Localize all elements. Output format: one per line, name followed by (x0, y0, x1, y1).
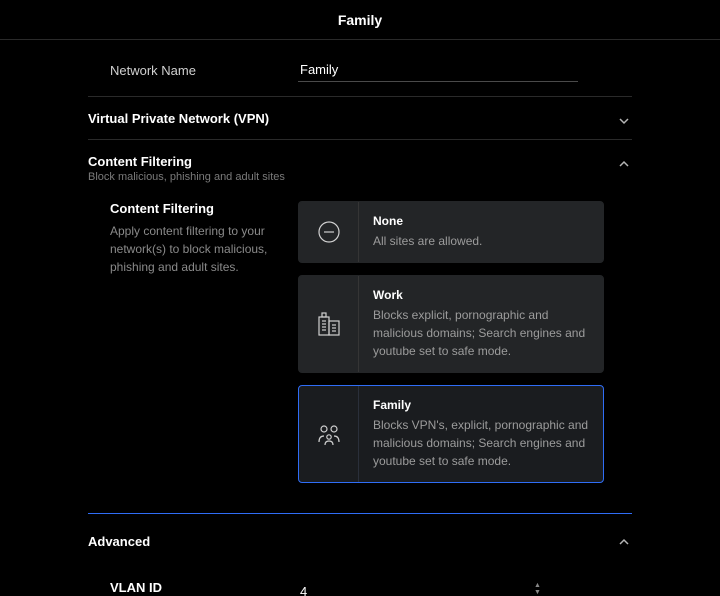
content-filtering-left-desc: Apply content filtering to your network(… (110, 222, 278, 276)
content-filtering-toggle[interactable]: Content Filtering Block malicious, phish… (88, 140, 632, 193)
vpn-section-toggle[interactable]: Virtual Private Network (VPN) (88, 97, 632, 139)
advanced-title: Advanced (88, 534, 150, 549)
content-filtering-title: Content Filtering (88, 154, 285, 169)
page-header: Family (0, 0, 720, 40)
chevron-up-icon (616, 156, 632, 172)
filter-option-family[interactable]: Family Blocks VPN's, explicit, pornograp… (298, 385, 604, 483)
vpn-section: Virtual Private Network (VPN) (88, 96, 632, 139)
advanced-toggle[interactable]: Advanced (88, 514, 632, 564)
content-filtering-body: Content Filtering Apply content filterin… (88, 193, 632, 513)
filter-option-none[interactable]: None All sites are allowed. (298, 201, 604, 263)
filter-option-desc: Blocks explicit, pornographic and malici… (373, 306, 589, 360)
network-name-label: Network Name (88, 63, 298, 78)
vlan-left: VLAN ID Enter the vlan for this local ar… (88, 580, 298, 596)
none-icon (299, 202, 359, 262)
filter-option-title: Family (373, 398, 589, 412)
filter-option-desc: All sites are allowed. (373, 232, 589, 250)
stepper-up-icon: ▲ (534, 582, 544, 589)
chevron-up-icon (616, 534, 632, 550)
office-icon (299, 276, 359, 372)
vlan-id-input[interactable] (298, 580, 546, 596)
vpn-title: Virtual Private Network (VPN) (88, 111, 269, 126)
vlan-stepper[interactable]: ▲ ▼ (534, 580, 544, 596)
network-name-input[interactable] (298, 58, 578, 82)
filter-option-title: None (373, 214, 589, 228)
filter-option-desc: Blocks VPN's, explicit, pornographic and… (373, 416, 589, 470)
vlan-id-label: VLAN ID (110, 580, 298, 595)
network-name-row: Network Name (88, 40, 632, 96)
vlan-row: VLAN ID Enter the vlan for this local ar… (88, 564, 632, 596)
content-filtering-left-title: Content Filtering (110, 201, 278, 216)
content-filtering-subtitle: Block malicious, phishing and adult site… (88, 171, 285, 183)
chevron-down-icon (616, 113, 632, 129)
content-filtering-section: Content Filtering Block malicious, phish… (88, 139, 632, 513)
filter-option-title: Work (373, 288, 589, 302)
filter-options: None All sites are allowed. (298, 201, 604, 483)
content-filtering-left: Content Filtering Apply content filterin… (88, 201, 298, 483)
page-title: Family (338, 12, 382, 28)
filter-option-work[interactable]: Work Blocks explicit, pornographic and m… (298, 275, 604, 373)
stepper-down-icon: ▼ (534, 589, 544, 596)
family-icon (299, 386, 359, 482)
